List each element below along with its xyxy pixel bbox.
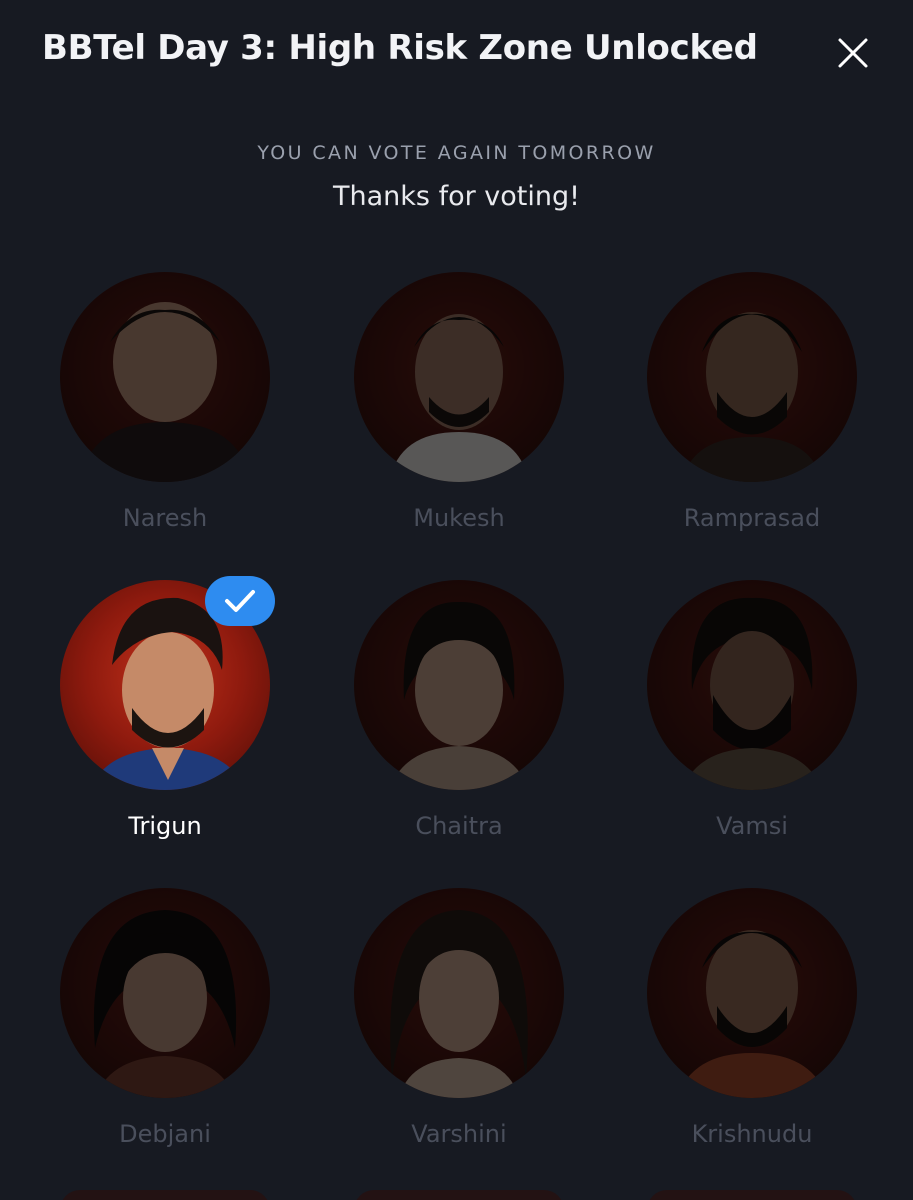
- next-row-avatar-peek: [354, 1190, 564, 1200]
- contestant-name: Trigun: [128, 812, 202, 840]
- voting-modal: BBTel Day 3: High Risk Zone Unlocked YOU…: [0, 0, 913, 1200]
- contestant-card-krishnudu[interactable]: Krishnudu: [632, 888, 872, 1178]
- checkmark-icon: [225, 590, 255, 612]
- avatar: [647, 272, 857, 482]
- contestant-name: Naresh: [122, 504, 208, 532]
- avatar: [60, 888, 270, 1098]
- contestant-card-naresh[interactable]: Naresh: [45, 272, 285, 562]
- contestant-card-vamsi[interactable]: Vamsi: [632, 580, 872, 870]
- next-row-avatar-peek: [647, 1190, 857, 1200]
- avatar: [60, 272, 270, 482]
- contestant-name: Debjani: [119, 1120, 211, 1148]
- contestant-name: Krishnudu: [691, 1120, 813, 1148]
- selected-badge: [205, 576, 275, 626]
- contestant-card-mukesh[interactable]: Mukesh: [339, 272, 579, 562]
- contestant-card-debjani[interactable]: Debjani: [45, 888, 285, 1178]
- contestant-card-ramprasad[interactable]: Ramprasad: [632, 272, 872, 562]
- contestant-card-varshini[interactable]: Varshini: [339, 888, 579, 1178]
- avatar: [647, 888, 857, 1098]
- avatar: [354, 272, 564, 482]
- close-button[interactable]: [828, 28, 878, 78]
- contestant-card-trigun[interactable]: Trigun: [45, 576, 285, 870]
- contestant-name: Vamsi: [716, 812, 788, 840]
- contestant-name: Chaitra: [415, 812, 503, 840]
- vote-again-notice: YOU CAN VOTE AGAIN TOMORROW: [257, 142, 656, 164]
- contestant-name: Ramprasad: [683, 504, 821, 532]
- avatar: [354, 580, 564, 790]
- avatar: [647, 580, 857, 790]
- contestant-name: Mukesh: [413, 504, 505, 532]
- avatar: [354, 888, 564, 1098]
- contestant-name: Varshini: [411, 1120, 507, 1148]
- thanks-message: Thanks for voting!: [333, 181, 580, 212]
- close-icon: [838, 38, 868, 68]
- contestant-card-chaitra[interactable]: Chaitra: [339, 580, 579, 870]
- next-row-avatar-peek: [60, 1190, 270, 1200]
- modal-title: BBTel Day 3: High Risk Zone Unlocked: [42, 28, 758, 68]
